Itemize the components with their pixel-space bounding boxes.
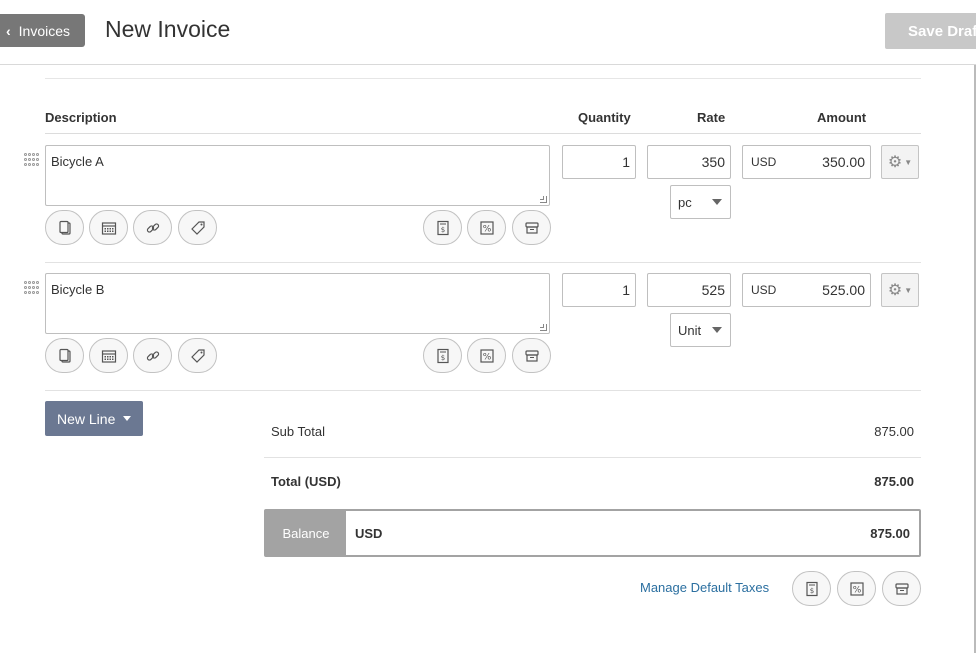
- gear-icon: ⚙: [887, 282, 903, 299]
- balance-label: Balance: [266, 511, 346, 555]
- balance-currency: USD: [355, 525, 383, 541]
- row-divider: [45, 390, 921, 391]
- line-item-row: Bicycle B 1 525 USD 525.00 ⚙ ▼ Unit $ %: [0, 273, 976, 401]
- default-tax-button[interactable]: $: [792, 571, 831, 606]
- amount-currency: USD: [751, 283, 777, 297]
- svg-text:$: $: [440, 354, 444, 362]
- unit-select[interactable]: Unit: [670, 313, 731, 347]
- caret-down-icon: [123, 416, 132, 421]
- amount-value: 350.00: [822, 154, 865, 170]
- copy-button[interactable]: [45, 210, 84, 245]
- link-button[interactable]: [133, 338, 172, 373]
- unit-selected-value: pc: [678, 194, 692, 210]
- caret-down-icon: [712, 327, 722, 333]
- balance-value: 875.00: [870, 525, 910, 541]
- resize-handle-icon[interactable]: [540, 196, 547, 203]
- svg-text:%: %: [482, 224, 491, 234]
- tax-icon: $: [805, 581, 818, 596]
- link-icon: [146, 350, 159, 361]
- column-header-description: Description: [45, 110, 117, 125]
- discount-button[interactable]: %: [467, 210, 506, 245]
- caret-down-icon: ▼: [904, 285, 913, 295]
- drag-handle-icon[interactable]: [24, 153, 40, 167]
- row-settings-button[interactable]: ⚙ ▼: [881, 145, 919, 179]
- svg-text:$: $: [809, 587, 813, 595]
- balance-box: Balance USD 875.00: [264, 509, 921, 557]
- total-value: 875.00: [874, 474, 914, 489]
- quantity-input[interactable]: 1: [562, 273, 636, 307]
- link-button[interactable]: [133, 210, 172, 245]
- rate-input[interactable]: 525: [647, 273, 731, 307]
- chevron-left-icon: ‹: [6, 22, 11, 39]
- totals-divider: [264, 457, 921, 458]
- gear-icon: ⚙: [887, 154, 903, 171]
- row-divider: [45, 262, 921, 263]
- column-header-rate: Rate: [697, 110, 726, 125]
- description-text: Bicycle B: [51, 282, 105, 297]
- new-line-button[interactable]: New Line: [45, 401, 143, 436]
- quantity-input[interactable]: 1: [562, 145, 636, 179]
- unit-selected-value: Unit: [678, 322, 702, 338]
- archive-button[interactable]: [512, 210, 551, 245]
- description-text: Bicycle A: [51, 154, 104, 169]
- drag-handle-icon[interactable]: [24, 281, 40, 295]
- tag-button[interactable]: [178, 338, 217, 373]
- tag-icon: [190, 220, 205, 235]
- discount-button[interactable]: %: [467, 338, 506, 373]
- archive-icon: [524, 221, 539, 234]
- amount-field[interactable]: USD 525.00: [742, 273, 871, 307]
- description-input[interactable]: Bicycle B: [45, 273, 550, 334]
- unit-select[interactable]: pc: [670, 185, 731, 219]
- svg-text:%: %: [852, 585, 861, 595]
- tag-button[interactable]: [178, 210, 217, 245]
- calendar-icon: [101, 349, 116, 363]
- rate-input[interactable]: 350: [647, 145, 731, 179]
- svg-text:%: %: [482, 352, 491, 362]
- column-header-quantity: Quantity: [578, 110, 631, 125]
- top-bar: ‹ Invoices New Invoice Save Draft: [0, 0, 976, 65]
- column-header-amount: Amount: [817, 110, 867, 125]
- copy-icon: [58, 348, 71, 363]
- resize-handle-icon[interactable]: [540, 324, 547, 331]
- row-settings-button[interactable]: ⚙ ▼: [881, 273, 919, 307]
- manage-default-taxes-link[interactable]: Manage Default Taxes: [640, 580, 769, 595]
- tax-icon: $: [436, 220, 449, 235]
- copy-icon: [58, 220, 71, 235]
- date-button[interactable]: [89, 338, 128, 373]
- header-divider: [45, 133, 921, 134]
- link-icon: [146, 222, 159, 233]
- tag-icon: [190, 348, 205, 363]
- description-input[interactable]: Bicycle A: [45, 145, 550, 206]
- default-archive-button[interactable]: [882, 571, 921, 606]
- back-to-invoices-button[interactable]: ‹ Invoices: [0, 14, 85, 47]
- back-button-label: Invoices: [18, 22, 71, 39]
- amount-currency: USD: [751, 155, 777, 169]
- caret-down-icon: ▼: [904, 157, 913, 167]
- archive-icon: [894, 582, 909, 595]
- svg-text:$: $: [440, 226, 444, 234]
- archive-button[interactable]: [512, 338, 551, 373]
- archive-icon: [524, 349, 539, 362]
- tax-button[interactable]: $: [423, 338, 462, 373]
- line-item-row: Bicycle A 1 350 USD 350.00 ⚙ ▼ pc $ %: [0, 145, 976, 273]
- copy-button[interactable]: [45, 338, 84, 373]
- page-title: New Invoice: [105, 16, 231, 42]
- divider: [45, 78, 921, 79]
- tax-icon: $: [436, 348, 449, 363]
- caret-down-icon: [712, 199, 722, 205]
- calendar-icon: [101, 221, 116, 235]
- default-discount-button[interactable]: %: [837, 571, 876, 606]
- new-line-label: New Line: [57, 410, 116, 427]
- amount-field[interactable]: USD 350.00: [742, 145, 871, 179]
- subtotal-value: 875.00: [874, 424, 914, 439]
- save-draft-button[interactable]: Save Draft: [885, 13, 976, 49]
- tax-button[interactable]: $: [423, 210, 462, 245]
- discount-icon: %: [849, 581, 864, 596]
- subtotal-label: Sub Total: [271, 424, 325, 439]
- discount-icon: %: [479, 220, 494, 235]
- total-label: Total (USD): [271, 474, 341, 489]
- amount-value: 525.00: [822, 282, 865, 298]
- date-button[interactable]: [89, 210, 128, 245]
- discount-icon: %: [479, 348, 494, 363]
